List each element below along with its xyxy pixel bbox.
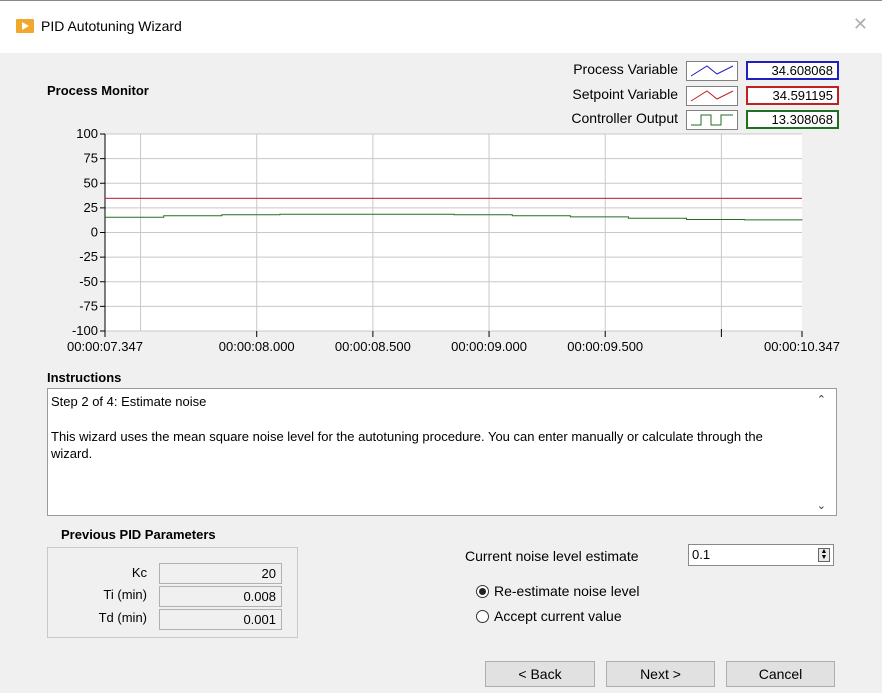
instructions-title: Instructions [47, 370, 122, 385]
radio-reestimate-label: Re-estimate noise level [494, 583, 640, 599]
radio-reestimate[interactable] [476, 585, 489, 598]
y-tick-label: -25 [79, 249, 98, 264]
noise-estimate-value: 0.1 [692, 547, 711, 562]
noise-estimate-input[interactable]: 0.1 ▲ ▼ [688, 544, 834, 566]
scroll-down-icon[interactable]: ⌄ [817, 499, 826, 512]
x-tick-label: 00:00:09.500 [567, 339, 643, 354]
y-tick-label: 75 [84, 151, 98, 166]
instructions-body: This wizard uses the mean square noise l… [51, 429, 763, 461]
param-value-ti: 0.008 [159, 586, 282, 607]
x-tick-label: 00:00:08.500 [335, 339, 411, 354]
x-tick-label: 00:00:09.000 [451, 339, 527, 354]
cancel-button[interactable]: Cancel [726, 661, 835, 687]
y-tick-label: 0 [91, 225, 98, 240]
y-tick-label: 100 [76, 126, 98, 141]
param-label-kc: Kc [131, 565, 147, 580]
scroll-up-icon[interactable]: ⌃ [817, 393, 826, 406]
param-value-td: 0.001 [159, 609, 282, 630]
next-button[interactable]: Next > [606, 661, 715, 687]
previous-params-title: Previous PID Parameters [61, 527, 216, 542]
process-monitor-chart: 100 75 50 25 0 -25 -50 -75 -10000:00:07.347 00:00… [67, 126, 840, 354]
x-tick-label: 00:00:07.347 [67, 339, 143, 354]
spinner-arrows-icon[interactable]: ▲ ▼ [818, 548, 830, 562]
instructions-textbox[interactable]: Step 2 of 4: Estimate noise This wizard … [47, 388, 837, 516]
back-button[interactable]: < Back [485, 661, 595, 687]
noise-estimate-label: Current noise level estimate [465, 548, 639, 564]
x-tick-label: 00:00:08.000 [219, 339, 295, 354]
y-tick-label: -100 [72, 323, 98, 338]
y-tick-label: -50 [79, 274, 98, 289]
radio-accept-current-label: Accept current value [494, 608, 622, 624]
y-tick-label: -75 [79, 298, 98, 313]
param-label-ti: Ti (min) [103, 587, 147, 602]
radio-accept-current[interactable] [476, 610, 489, 623]
param-value-kc: 20 [159, 563, 282, 584]
y-tick-label: 25 [84, 200, 98, 215]
param-label-td: Td (min) [98, 610, 147, 625]
x-tick-label: 00:00:10.347 [764, 339, 840, 354]
y-tick-label: 50 [84, 175, 98, 190]
instructions-step: Step 2 of 4: Estimate noise [51, 394, 207, 409]
